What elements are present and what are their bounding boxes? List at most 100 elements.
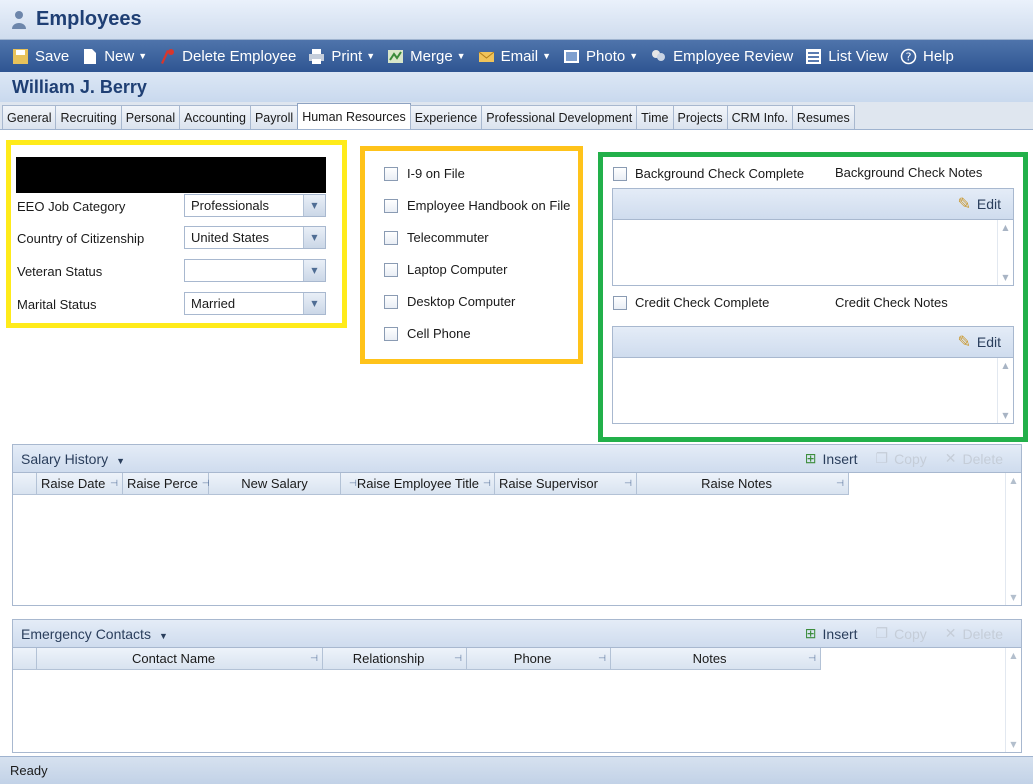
insert-contact-button[interactable]: ⊞ Insert (805, 625, 858, 642)
pin-icon[interactable]: ⊣ (110, 478, 118, 489)
salary-history-title-button[interactable]: Salary History ▼ (21, 451, 805, 467)
notes-scrollbar[interactable]: ▲ ▼ (997, 220, 1013, 285)
chevron-down-icon: ▼ (366, 51, 376, 61)
tab-accounting[interactable]: Accounting (179, 105, 251, 129)
tab-general[interactable]: General (2, 105, 57, 129)
tab-payroll[interactable]: Payroll (249, 105, 299, 129)
credit-check-notes-field[interactable]: ▲ ▼ (612, 358, 1014, 424)
scroll-up-icon[interactable]: ▲ (1002, 361, 1008, 370)
chevron-down-icon[interactable]: ▼ (303, 195, 325, 216)
delete-contact-button[interactable]: ✕ Delete (945, 625, 1003, 642)
delete-employee-button[interactable]: Delete Employee (153, 43, 302, 69)
delete-salary-button[interactable]: ✕ Delete (945, 450, 1003, 467)
emergency-contacts-title-button[interactable]: Emergency Contacts ▼ (21, 626, 805, 642)
insert-salary-button[interactable]: ⊞ Insert (805, 450, 858, 467)
pin-icon[interactable]: ⊣ (483, 478, 491, 489)
help-button[interactable]: ? Help (894, 43, 960, 69)
column-label: Raise Employee Title (356, 476, 479, 491)
edit-credit-notes-button[interactable]: ✎ Edit (957, 332, 1001, 352)
column-header[interactable]: Raise Date ⊣ (37, 473, 123, 494)
grid-scrollbar[interactable]: ▲ ▼ (1005, 648, 1021, 752)
photo-button[interactable]: Photo ▼ (557, 43, 644, 69)
merge-icon (388, 49, 404, 63)
email-button[interactable]: Email ▼ (472, 43, 557, 69)
chevron-down-icon[interactable]: ▼ (303, 260, 325, 281)
country-of-citizenship-select[interactable]: United States ▼ (184, 226, 326, 249)
column-header[interactable]: Phone ⊣ (467, 648, 611, 669)
background-check-checkbox[interactable] (613, 167, 627, 181)
column-label: Phone (513, 651, 552, 666)
emergency-contacts-header: Emergency Contacts ▼ ⊞ Insert ❐ Copy ✕ Delet… (13, 620, 1021, 648)
tab-professional-development[interactable]: Professional Development (481, 105, 638, 129)
delete-label: Delete (962, 450, 1003, 467)
column-header[interactable]: Contact Name ⊣ (37, 648, 323, 669)
print-button[interactable]: Print ▼ (302, 43, 381, 69)
pin-icon[interactable]: ⊣ (836, 478, 844, 489)
edit-background-notes-button[interactable]: ✎ Edit (957, 194, 1001, 214)
pin-icon[interactable]: ⊣ (454, 653, 462, 664)
new-button[interactable]: New ▼ (75, 43, 153, 69)
edit-label: Edit (976, 196, 1001, 212)
veteran-status-select[interactable]: ▼ (184, 259, 326, 282)
column-header[interactable]: Raise Notes ⊣ (637, 473, 849, 494)
tab-time[interactable]: Time (636, 105, 674, 129)
pin-icon[interactable]: ⊣ (349, 478, 357, 489)
column-header[interactable]: New Salary (209, 473, 341, 494)
desktop-computer-checkbox[interactable] (384, 295, 398, 309)
new-label: New (104, 47, 135, 65)
tab-crm-info[interactable]: CRM Info. (726, 105, 793, 129)
scroll-up-icon[interactable]: ▲ (1010, 476, 1016, 485)
grid-scrollbar[interactable]: ▲ ▼ (1005, 473, 1021, 605)
save-button[interactable]: Save (6, 43, 75, 69)
tab-human-resources[interactable]: Human Resources (297, 103, 411, 129)
pin-icon[interactable]: ⊣ (808, 653, 816, 664)
tab-personal[interactable]: Personal (120, 105, 181, 129)
i9-on-file-checkbox[interactable] (384, 167, 398, 181)
i9-on-file-label: I-9 on File (407, 166, 465, 181)
edit-label: Edit (976, 334, 1001, 350)
employee-handbook-checkbox[interactable] (384, 199, 398, 213)
column-header[interactable]: Relationship ⊣ (323, 648, 467, 669)
credit-check-checkbox[interactable] (613, 296, 627, 310)
marital-status-select[interactable]: Married ▼ (184, 292, 326, 315)
column-header[interactable]: Notes ⊣ (611, 648, 821, 669)
copy-salary-button[interactable]: ❐ Copy (876, 450, 927, 467)
tab-resumes[interactable]: Resumes (791, 105, 855, 129)
eeo-job-category-label: EEO Job Category (17, 199, 126, 214)
salary-history-grid: Salary History ▼ ⊞ Insert ❐ Copy ✕ Delete Ra… (12, 444, 1022, 606)
credit-check-notes-header: ✎ Edit (612, 326, 1014, 358)
scroll-up-icon[interactable]: ▲ (1002, 223, 1008, 232)
scroll-down-icon[interactable]: ▼ (1010, 593, 1016, 602)
scroll-down-icon[interactable]: ▼ (1010, 740, 1016, 749)
background-check-notes-label: Background Check Notes (835, 165, 983, 180)
tab-experience[interactable]: Experience (409, 105, 483, 129)
column-header[interactable]: Raise Supervisor ⊣ (495, 473, 637, 494)
merge-button[interactable]: Merge ▼ (381, 43, 471, 69)
column-header[interactable]: Raise Perce ⊣ (123, 473, 210, 494)
pin-icon[interactable]: ⊣ (598, 653, 606, 664)
chevron-down-icon[interactable]: ▼ (303, 227, 325, 248)
telecommuter-checkbox[interactable] (384, 231, 398, 245)
eeo-job-category-select[interactable]: Professionals ▼ (184, 194, 326, 217)
employee-review-button[interactable]: Employee Review (644, 43, 799, 69)
column-label: Raise Date (41, 476, 106, 491)
cell-phone-checkbox[interactable] (384, 327, 398, 341)
list-view-button[interactable]: List View (799, 43, 894, 69)
pin-icon[interactable]: ⊣ (310, 653, 318, 664)
scroll-up-icon[interactable]: ▲ (1010, 651, 1016, 660)
tab-projects[interactable]: Projects (672, 105, 728, 129)
scroll-down-icon[interactable]: ▼ (1002, 273, 1008, 282)
background-check-notes-field[interactable]: ▲ ▼ (612, 220, 1014, 286)
chevron-down-icon: ▼ (629, 51, 639, 61)
pin-icon[interactable]: ⊣ (624, 478, 632, 489)
tab-recruiting[interactable]: Recruiting (55, 105, 122, 129)
column-header[interactable]: ⊣ Raise Employee Title ⊣ (341, 473, 495, 494)
delete-label: Delete (962, 625, 1003, 642)
email-icon (478, 51, 494, 62)
scroll-down-icon[interactable]: ▼ (1002, 411, 1008, 420)
laptop-computer-checkbox[interactable] (384, 263, 398, 277)
pencil-icon: ✎ (957, 196, 971, 213)
copy-contact-button[interactable]: ❐ Copy (876, 625, 927, 642)
chevron-down-icon[interactable]: ▼ (303, 293, 325, 314)
notes-scrollbar[interactable]: ▲ ▼ (997, 358, 1013, 423)
